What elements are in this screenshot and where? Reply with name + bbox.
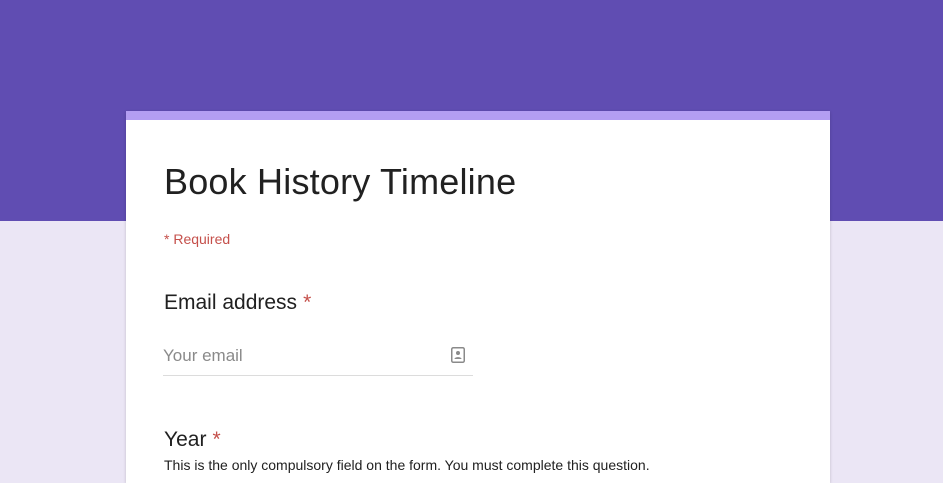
card-accent-bar <box>126 111 830 120</box>
email-field[interactable] <box>163 341 473 376</box>
required-asterisk: * <box>303 291 312 314</box>
year-question-description: This is the only compulsory field on the… <box>164 457 650 473</box>
email-question-text: Email address <box>164 291 298 314</box>
year-question-text: Year <box>164 428 207 451</box>
form-title: Book History Timeline <box>164 161 517 202</box>
year-question-label: Year * <box>164 428 221 452</box>
form-card: Book History Timeline * Required Email a… <box>126 111 830 483</box>
required-note: * Required <box>164 231 231 247</box>
required-asterisk: * <box>212 428 221 451</box>
email-question-label: Email address * <box>164 291 311 315</box>
contact-card-icon <box>451 347 465 363</box>
